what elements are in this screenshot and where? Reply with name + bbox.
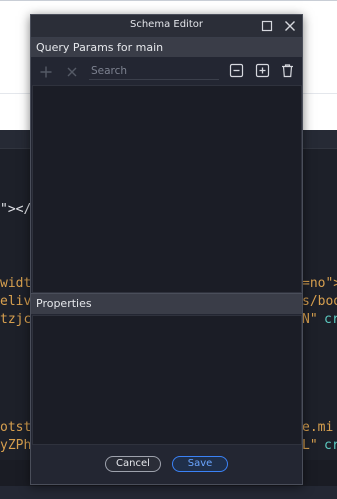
code-line-6a: yZPh <box>0 438 32 453</box>
save-button[interactable]: Save <box>172 456 228 472</box>
search-input[interactable] <box>89 63 219 80</box>
schema-editor-dialog: Schema Editor Query Params for main Prop… <box>30 14 303 485</box>
x-icon[interactable] <box>65 64 79 83</box>
schema-tree-panel[interactable] <box>32 85 302 293</box>
cancel-button[interactable]: Cancel <box>105 456 161 472</box>
query-params-title: Query Params for main <box>36 41 164 54</box>
properties-panel[interactable] <box>32 315 302 445</box>
minus-square-icon[interactable] <box>229 63 244 82</box>
close-icon[interactable] <box>282 18 298 34</box>
code-line-5b: e.mi <box>302 420 334 435</box>
code-line-2a: widt <box>0 276 32 291</box>
maximize-icon[interactable] <box>259 18 275 34</box>
properties-title: Properties <box>36 297 92 310</box>
schema-toolbar <box>31 58 302 84</box>
code-line-4a: tzjc <box>0 312 32 327</box>
plus-icon[interactable] <box>39 64 53 83</box>
code-line-2b: =no"> <box>302 276 337 291</box>
code-line-6c: cr <box>324 438 337 453</box>
plus-square-icon[interactable] <box>255 63 270 82</box>
dialog-footer: Cancel Save <box>31 445 302 484</box>
code-line-5a: otst <box>0 420 32 435</box>
background-top-border <box>0 0 337 1</box>
properties-header: Properties <box>31 293 302 314</box>
trash-icon[interactable] <box>280 63 295 82</box>
dialog-titlebar[interactable]: Schema Editor <box>31 15 302 38</box>
code-line-3a: eliv <box>0 294 32 309</box>
code-line-4c: cr <box>324 312 337 327</box>
code-line-6b: L" <box>302 438 318 453</box>
code-text: "></ <box>0 202 32 217</box>
code-line-1: "></ <box>0 202 31 218</box>
background-status-strip <box>0 486 337 499</box>
code-line-4b: N" <box>302 312 318 327</box>
query-params-header: Query Params for main <box>31 38 302 57</box>
code-line-3b: s/boo <box>302 294 337 309</box>
